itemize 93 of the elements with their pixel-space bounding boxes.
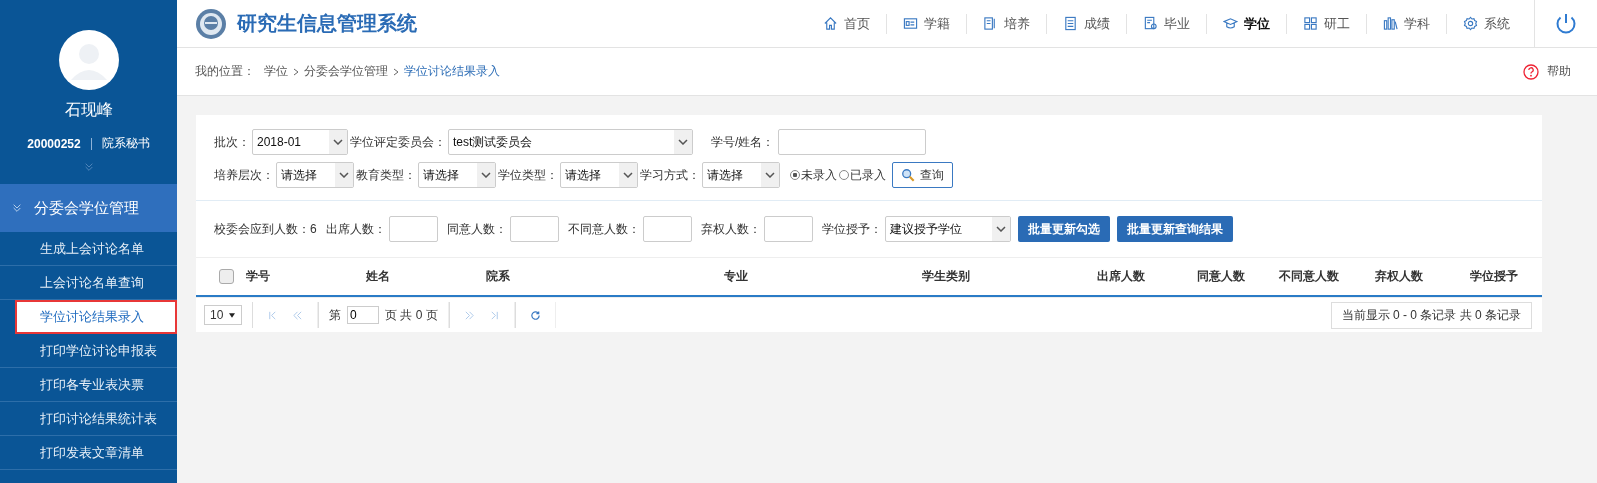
batch-select[interactable]: 2018-01 <box>252 129 348 155</box>
count-input[interactable] <box>388 216 438 242</box>
field-label: 培养层次： <box>214 166 274 184</box>
filter-select[interactable]: 请选择 <box>276 162 354 188</box>
column-header: 院系 <box>485 268 511 285</box>
field-label: 教育类型： <box>356 166 416 184</box>
column-header: 同意人数 <box>1196 268 1246 285</box>
id-card-icon <box>903 16 918 31</box>
field-label: 学号/姓名： <box>711 133 775 151</box>
field-label: 学位评定委员会： <box>350 133 446 151</box>
chevron-right-icon <box>393 67 399 76</box>
user-role: 院系秘书 <box>101 135 150 152</box>
settings-icon <box>1463 16 1478 31</box>
committee-select[interactable]: test测试委员会 <box>448 129 693 155</box>
column-header: 学位授予 <box>1469 268 1519 285</box>
column-header: 弃权人数 <box>1373 268 1424 285</box>
select-all-checkbox[interactable] <box>219 269 234 284</box>
column-header: 不同意人数 <box>1277 268 1340 285</box>
certificate-icon <box>1143 16 1158 31</box>
chevron-right-icon <box>293 67 299 76</box>
batch-update-button[interactable]: 批量更新查询结果 <box>1116 216 1233 242</box>
chevron-down-icon <box>481 172 491 178</box>
breadcrumb-link[interactable]: 学位讨论结果录入 <box>404 63 500 80</box>
help-icon <box>1523 63 1539 80</box>
search-button[interactable]: 查询 <box>892 162 953 188</box>
breadcrumb-link[interactable]: 学位 <box>264 63 288 80</box>
breadcrumb-label: 我的位置： <box>195 63 255 80</box>
count-input[interactable] <box>642 216 692 242</box>
home-icon <box>823 16 838 31</box>
chevron-down-icon <box>83 162 94 172</box>
nav-tab[interactable]: 首页 <box>807 13 886 34</box>
status-radio[interactable]: 未录入 <box>790 166 837 184</box>
document-icon <box>1063 16 1078 31</box>
status-radio[interactable]: 已录入 <box>839 166 886 184</box>
chevron-icon <box>12 203 22 213</box>
app-title: 研究生信息管理系统 <box>237 10 417 37</box>
field-label: 批次： <box>214 133 250 151</box>
filter-select[interactable]: 请选择 <box>418 162 496 188</box>
nav-tab[interactable]: 培养 <box>966 13 1046 34</box>
user-name: 石现峰 <box>64 100 113 120</box>
nav-tab[interactable]: 学科 <box>1366 13 1446 34</box>
caret-icon <box>229 312 236 318</box>
power-icon <box>1554 11 1578 36</box>
sidebar-item[interactable]: 学位讨论结果录入 <box>15 300 177 334</box>
field-label: 学习方式： <box>640 166 700 184</box>
field-label: 出席人数： <box>325 220 386 238</box>
notebook-icon <box>983 16 998 31</box>
student-input[interactable] <box>778 129 927 155</box>
books-icon <box>1383 16 1398 31</box>
search-icon <box>901 168 915 182</box>
count-input[interactable] <box>763 216 813 242</box>
chevron-down-icon <box>623 172 633 178</box>
menu-group-label: 分委会学位管理 <box>34 198 139 218</box>
record-info: 当前显示 0 - 0 条记录 共 0 条记录 <box>1330 301 1532 329</box>
expected-count: 校委会应到人数：6 <box>214 220 317 238</box>
nav-tab[interactable]: 学位 <box>1206 13 1286 34</box>
field-label: 学位授予： <box>821 220 882 238</box>
menu-group[interactable]: 分委会学位管理 <box>0 184 177 232</box>
page-total: 页 共 0 页 <box>385 306 438 324</box>
nav-tab[interactable]: 毕业 <box>1126 13 1206 34</box>
filter-select[interactable]: 请选择 <box>560 162 638 188</box>
chevron-down-icon <box>678 139 688 145</box>
help-link[interactable]: 帮助 <box>1523 63 1571 80</box>
field-label: 不同意人数： <box>567 220 640 238</box>
grid-icon <box>1303 16 1318 31</box>
field-label: 学位类型： <box>498 166 558 184</box>
user-id: 20000252 <box>27 136 81 151</box>
column-header: 学生类别 <box>921 268 971 285</box>
graduation-cap-icon <box>1223 16 1238 31</box>
breadcrumb-link[interactable]: 分委会学位管理 <box>304 63 388 80</box>
nav-tab[interactable]: 成绩 <box>1046 13 1126 34</box>
chevron-down-icon <box>333 139 343 145</box>
chevron-down-icon <box>339 172 349 178</box>
column-header: 出席人数 <box>1096 268 1146 285</box>
column-header: 姓名 <box>365 268 391 285</box>
count-input[interactable] <box>509 216 559 242</box>
degree-select[interactable]: 建议授予学位 <box>884 216 1011 242</box>
avatar-icon <box>58 30 119 90</box>
nav-tab[interactable]: 系统 <box>1446 13 1526 34</box>
page-label: 第 <box>329 306 341 324</box>
field-label: 弃权人数： <box>700 220 761 238</box>
filter-select[interactable]: 请选择 <box>702 162 780 188</box>
column-header: 专业 <box>723 268 749 285</box>
nav-tab[interactable]: 学籍 <box>886 13 966 34</box>
chevron-down-icon <box>765 172 775 178</box>
column-header: 学号 <box>246 268 271 285</box>
field-label: 同意人数： <box>446 220 507 238</box>
batch-update-button[interactable]: 批量更新勾选 <box>1017 216 1110 242</box>
logo-icon <box>195 7 227 40</box>
page-input[interactable]: 0 <box>347 306 379 324</box>
chevron-down-icon <box>995 226 1006 232</box>
nav-tab[interactable]: 研工 <box>1286 13 1366 34</box>
page-size-select[interactable]: 10 <box>204 305 242 325</box>
